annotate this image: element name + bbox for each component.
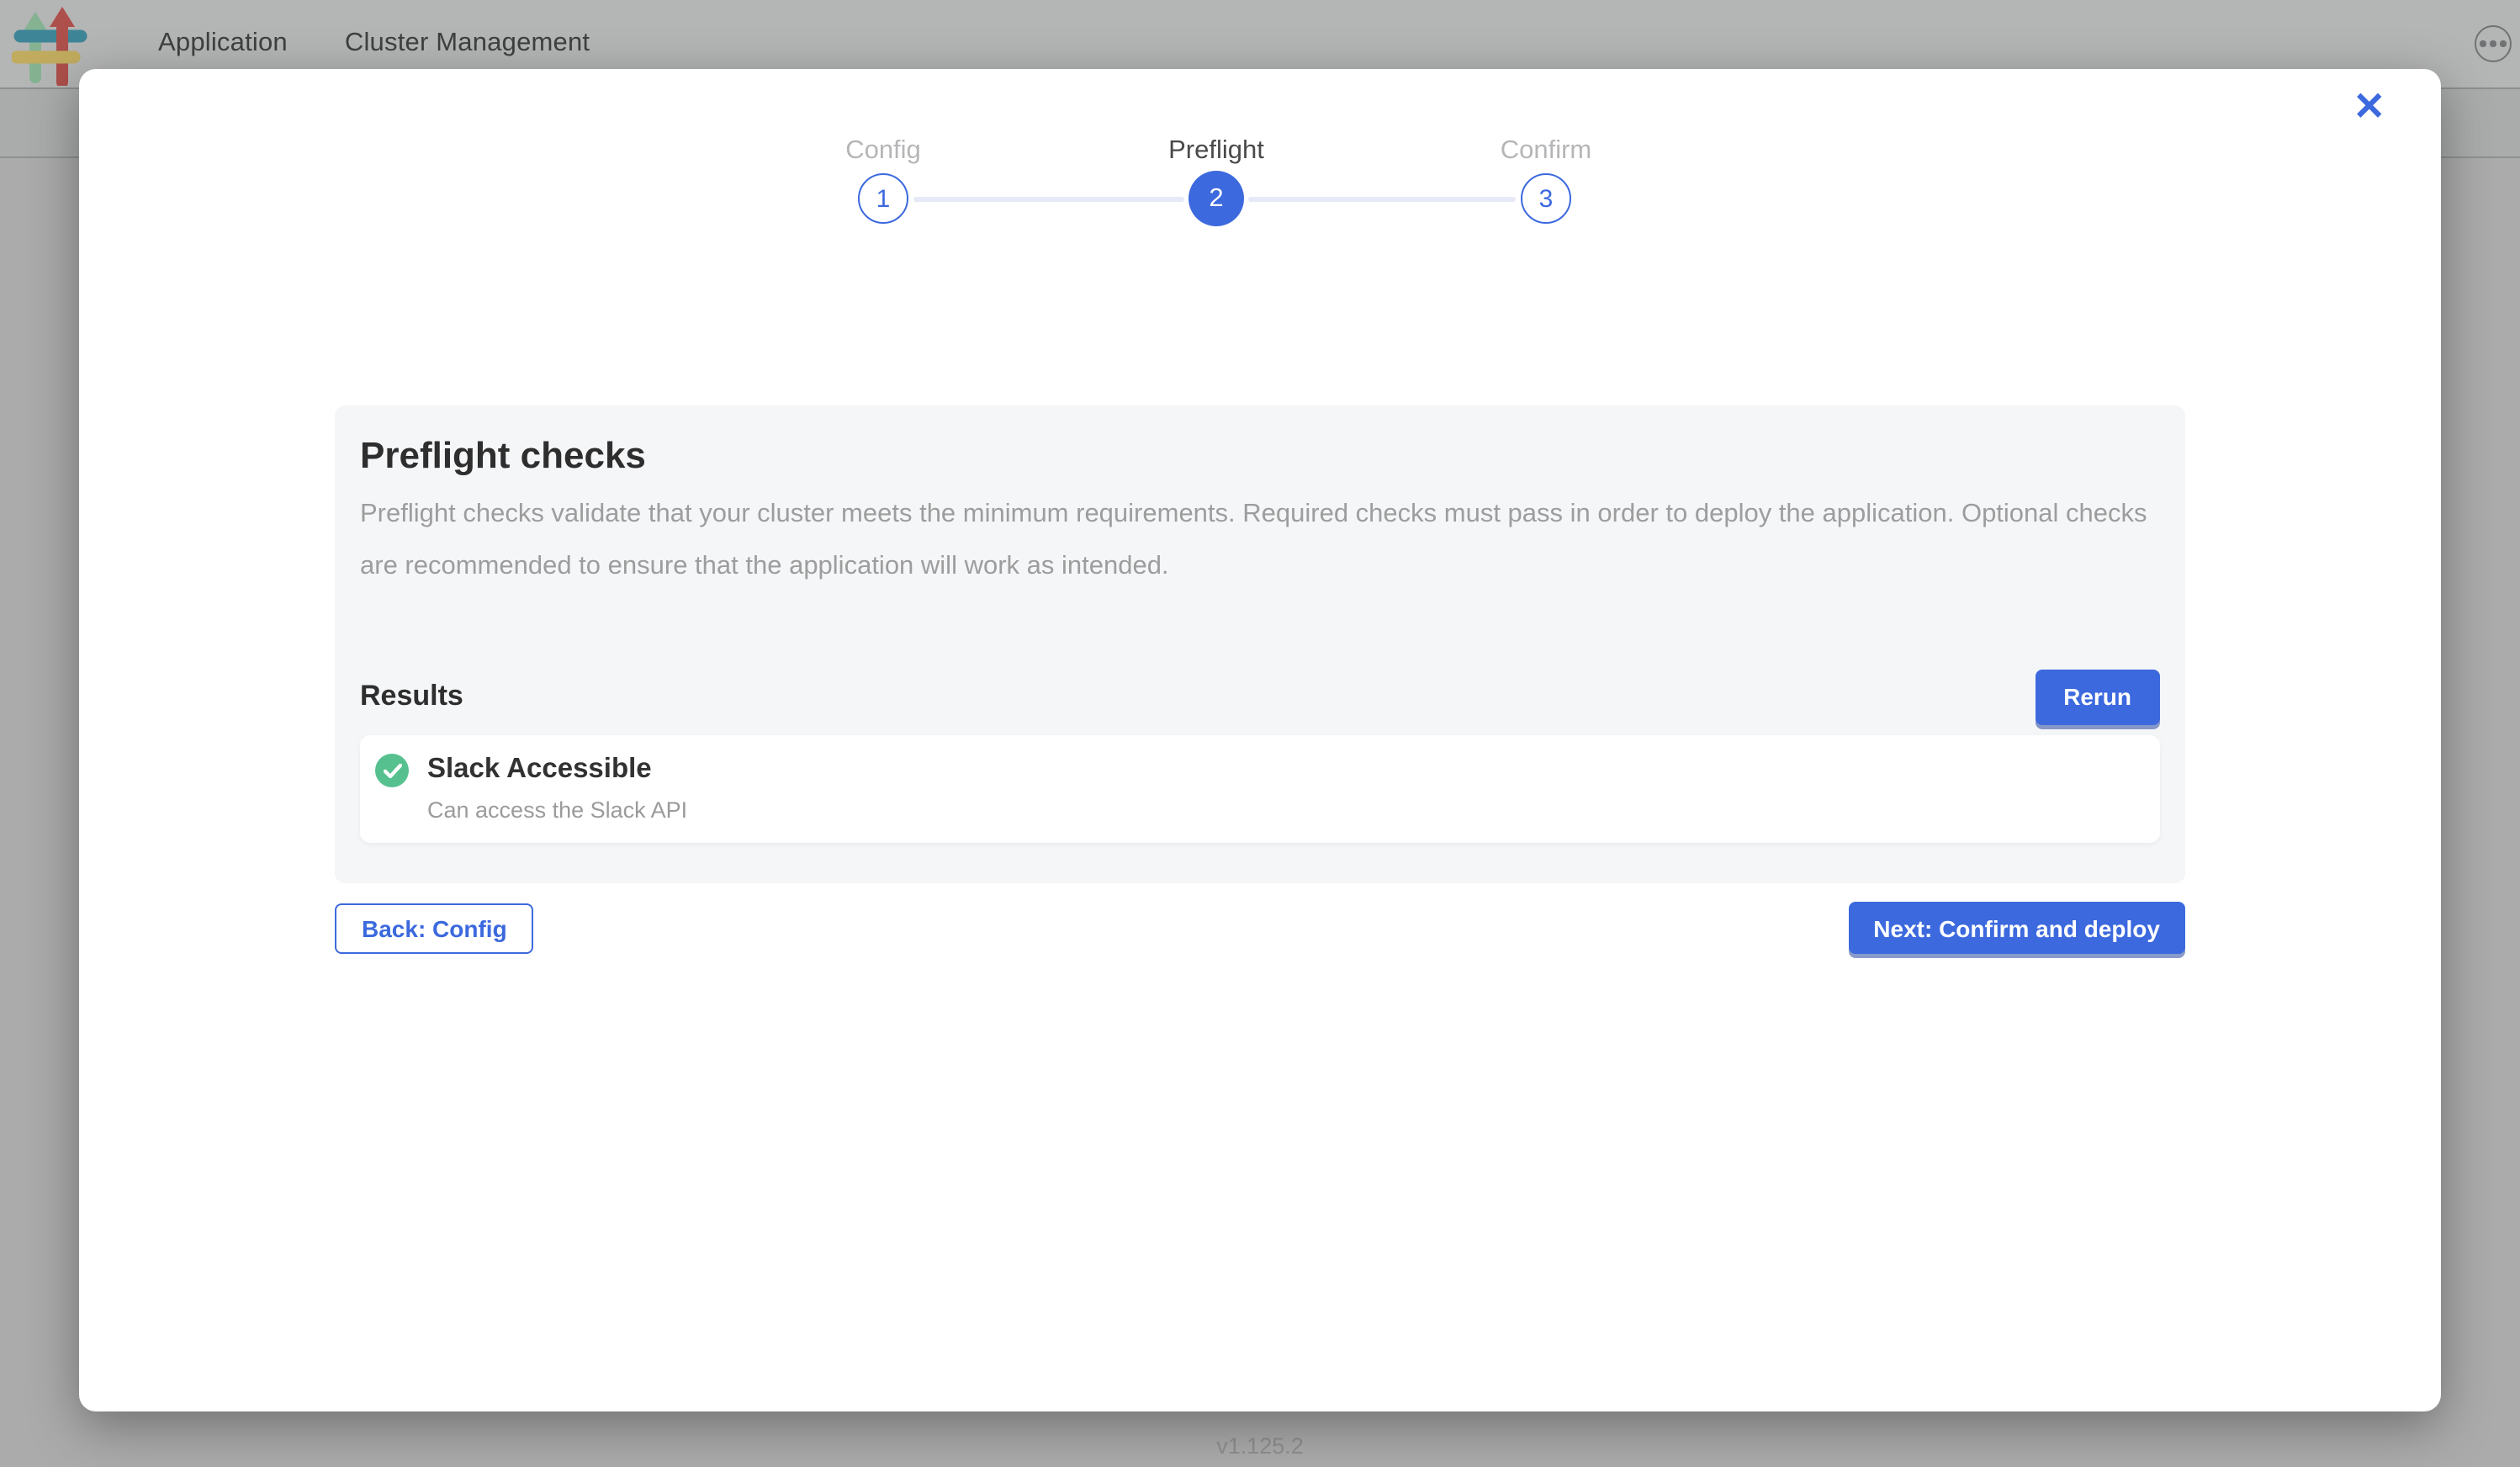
preflight-checks-card: Preflight checks Preflight checks valida… [335,405,2185,883]
preflight-result-item: Slack Accessible Can access the Slack AP… [360,735,2160,843]
results-row: Results Rerun [360,668,2160,725]
overflow-menu-ellipsis-icon[interactable] [2475,25,2512,62]
preflight-card-title: Preflight checks [360,434,2160,478]
ellipsis-dot [2500,40,2506,46]
result-title: Slack Accessible [427,752,687,786]
rerun-button[interactable]: Rerun [2035,669,2160,724]
ellipsis-dot [2480,40,2486,46]
ellipsis-dot [2490,40,2496,46]
step-connector [1248,196,1516,201]
step-circle-2: 2 [1189,171,1244,226]
app-version-label: v1.125.2 [0,1433,2520,1459]
preflight-card-description: Preflight checks validate that your clus… [360,490,2160,592]
result-texts: Slack Accessible Can access the Slack AP… [427,752,687,823]
step-label-confirm: Confirm [1501,136,1592,167]
check-pass-icon [375,754,409,787]
results-heading: Results [360,680,463,713]
step-label-config: Config [845,136,921,167]
screen: Application Cluster Management v1.125.2 … [0,0,2520,1467]
preflight-modal: ✕ Config Preflight Confirm 1 2 3 Preflig… [79,69,2441,1411]
step-circle-3: 3 [1521,173,1571,224]
step-connector [913,196,1184,201]
close-icon[interactable]: ✕ [2353,87,2385,126]
next-confirm-deploy-button[interactable]: Next: Confirm and deploy [1848,902,2185,954]
result-detail: Can access the Slack API [427,797,687,823]
step-label-preflight: Preflight [1168,136,1264,167]
replicated-logo-icon [12,5,89,86]
back-config-button[interactable]: Back: Config [335,903,534,954]
step-circle-1: 1 [858,173,908,224]
